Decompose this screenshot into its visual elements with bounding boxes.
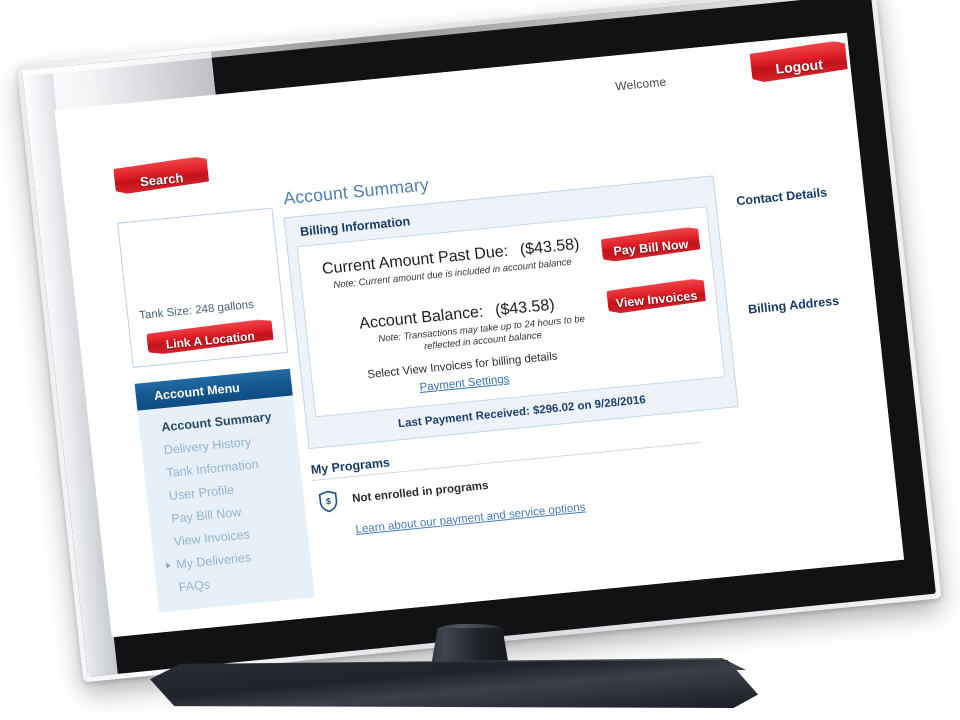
- left-sidebar: Tank Size: 248 gallons Link A Location A…: [117, 207, 317, 613]
- monitor-scene: Welcome Logout Search Tank Size: 248 gal…: [0, 0, 960, 720]
- shield-dollar-icon: $: [317, 489, 339, 513]
- learn-about-options-link[interactable]: Learn about our payment and service opti…: [355, 501, 586, 535]
- welcome-text: Welcome: [614, 74, 668, 94]
- sidebar-item-label: Pay Bill Now: [170, 504, 242, 526]
- svg-text:$: $: [325, 496, 331, 506]
- billing-address-heading: Billing Address: [747, 293, 840, 317]
- sidebar-item-label: My Deliveries: [175, 549, 252, 572]
- triangle-bullet-icon: [166, 561, 171, 569]
- tank-size-label: Tank Size: 248 gallons: [138, 298, 255, 323]
- right-sidebar: Contact Details Billing Address: [735, 182, 879, 317]
- billing-information-panel: Billing Information Current Amount Past …: [283, 175, 739, 449]
- link-a-location-button[interactable]: Link A Location: [146, 318, 274, 355]
- main-content: Account Summary Billing Information Curr…: [280, 147, 748, 540]
- monitor-stand-base: [150, 660, 758, 708]
- web-page: Welcome Logout Search Tank Size: 248 gal…: [54, 32, 905, 638]
- sidebar-item-label: View Invoices: [173, 526, 251, 549]
- logout-button[interactable]: Logout: [749, 40, 848, 83]
- account-menu-list: Account Summary Delivery History Tank In…: [137, 395, 315, 613]
- program-status-text: Not enrolled in programs: [351, 479, 490, 505]
- past-due-value: ($43.58): [519, 235, 581, 259]
- payment-settings-link[interactable]: Payment Settings: [419, 373, 510, 394]
- monitor-panel: Welcome Logout Search Tank Size: 248 gal…: [16, 0, 942, 683]
- monitor-screen: Welcome Logout Search Tank Size: 248 gal…: [54, 32, 905, 638]
- account-balance-value: ($43.58): [494, 296, 556, 320]
- sidebar-item-label: User Profile: [168, 482, 235, 503]
- tank-info-box: Tank Size: 248 gallons Link A Location: [117, 207, 289, 368]
- contact-details-heading: Contact Details: [735, 185, 828, 209]
- sidebar-item-label: FAQs: [178, 576, 211, 594]
